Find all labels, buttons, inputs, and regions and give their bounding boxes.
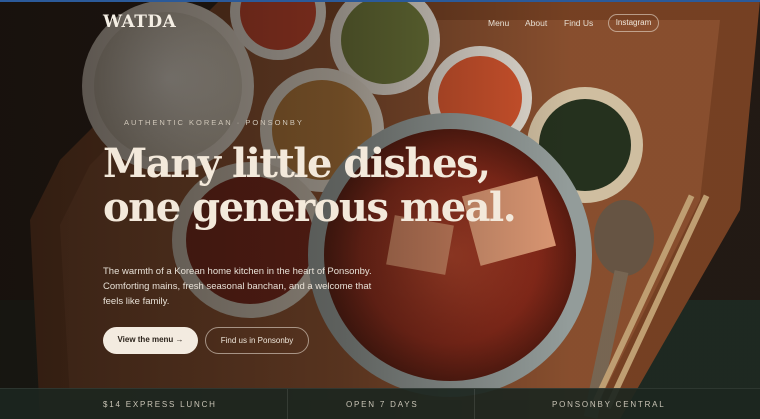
description-line-3: feels like family. — [103, 296, 170, 307]
nav-link-find-us[interactable]: Find Us — [564, 18, 593, 28]
description-line-1: The warmth of a Korean home kitchen in t… — [103, 266, 372, 277]
instagram-button[interactable]: Instagram — [608, 14, 659, 32]
strip-divider — [287, 389, 288, 419]
strip-item-location: PONSONBY CENTRAL — [552, 400, 666, 409]
hero-eyebrow: AUTHENTIC KOREAN · PONSONBY — [124, 118, 304, 127]
nav-link-about[interactable]: About — [525, 18, 547, 28]
strip-item-express-lunch: $14 EXPRESS LUNCH — [103, 400, 217, 409]
info-strip: $14 EXPRESS LUNCH OPEN 7 DAYS PONSONBY C… — [0, 388, 760, 419]
brand-logo[interactable]: WATDA — [103, 12, 176, 32]
headline-line-2: one generous meal. — [103, 184, 517, 231]
description-line-2: Comforting mains, fresh seasonal banchan… — [103, 281, 372, 292]
strip-item-open-hours: OPEN 7 DAYS — [346, 400, 419, 409]
view-menu-button[interactable]: View the menu → — [103, 327, 198, 354]
nav-link-menu[interactable]: Menu — [488, 18, 509, 28]
find-us-button[interactable]: Find us in Ponsonby — [205, 327, 309, 354]
top-nav: WATDA Menu About Find Us Instagram — [0, 0, 760, 46]
headline-line-1: Many little dishes, — [103, 140, 491, 187]
hero-headline: Many little dishes, one generous meal. — [103, 142, 523, 230]
hero-description: The warmth of a Korean home kitchen in t… — [103, 264, 403, 309]
strip-divider — [474, 389, 475, 419]
